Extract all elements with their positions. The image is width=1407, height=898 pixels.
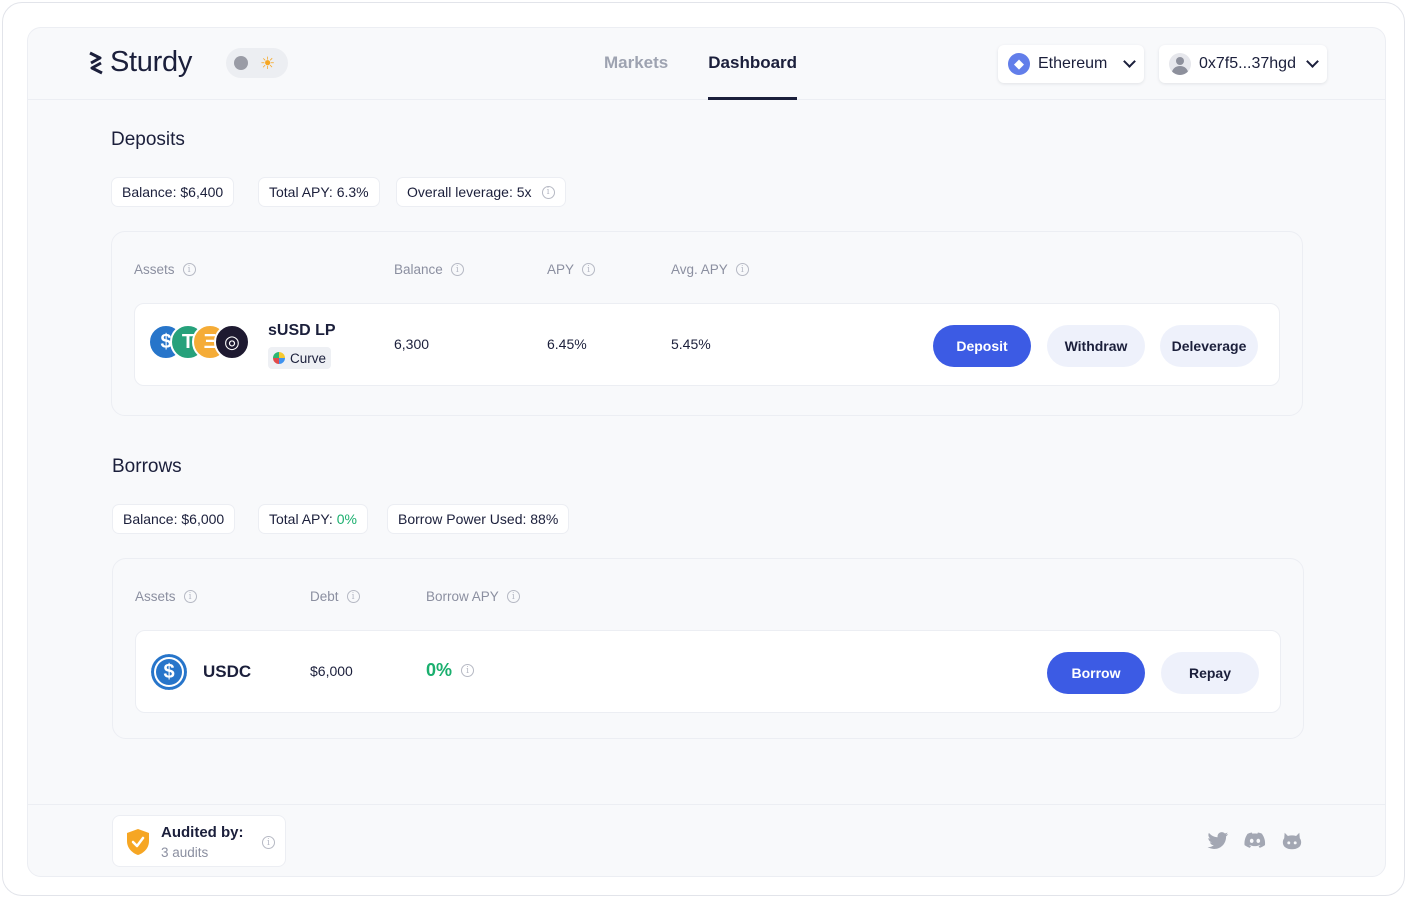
col-debt: Debt i [310, 589, 360, 604]
avg-apy-value: 5.45% [671, 336, 711, 352]
audit-count: 3 audits [161, 845, 209, 860]
network-selector[interactable]: ◆ Ethereum [998, 45, 1144, 83]
toggle-knob [234, 56, 248, 70]
info-icon[interactable]: i [541, 185, 555, 199]
col-avg-apy-label: Avg. APY [671, 262, 728, 277]
curve-icon [273, 352, 285, 364]
footer-divider [28, 804, 1385, 805]
ethereum-icon: ◆ [1008, 53, 1030, 75]
borrow-apy-cell: 0% i [426, 660, 475, 681]
deposits-balance-badge: Balance: $6,400 [111, 177, 235, 207]
table-row[interactable]: $ T Ξ ◎ sUSD LP Curve 6,300 6.45% 5.45% … [134, 303, 1280, 386]
top-bar: Sturdy ☀ Markets Dashboard ◆ Ethereum 0x… [28, 28, 1385, 100]
overall-leverage-badge: Overall leverage: 5x i [396, 177, 566, 207]
borrow-apy-value: 0% [426, 660, 453, 680]
info-icon[interactable]: i [262, 836, 275, 849]
col-assets-label: Assets [134, 262, 175, 277]
susd-token-icon: ◎ [214, 324, 250, 360]
col-avg-apy: Avg. APY i [671, 262, 749, 277]
info-icon[interactable]: i [506, 590, 520, 603]
deposit-button[interactable]: Deposit [933, 325, 1031, 367]
chevron-down-icon [1123, 55, 1136, 68]
deposits-table: Assets i Balance i APY i Avg. APY i $ T … [111, 231, 1303, 416]
apy-value: 6.45% [547, 336, 587, 352]
col-debt-label: Debt [310, 589, 339, 604]
asset-name: sUSD LP [268, 322, 336, 339]
deposits-total-apy-badge: Total APY: 6.3% [258, 177, 380, 207]
borrows-total-apy-label: Total APY: [269, 511, 337, 527]
borrow-power-badge: Borrow Power Used: 88% [387, 504, 570, 534]
account-address: 0x7f5...37hgd [1199, 55, 1296, 72]
platform-tag: Curve [268, 347, 332, 369]
col-assets: Assets i [135, 589, 197, 604]
info-icon[interactable]: i [182, 263, 196, 276]
github-icon[interactable] [1281, 831, 1303, 851]
debt-value: $6,000 [310, 663, 353, 679]
main-nav: Markets Dashboard [604, 28, 797, 100]
deposits-title: Deposits [111, 129, 185, 150]
shield-icon [127, 829, 149, 855]
network-label: Ethereum [1038, 55, 1108, 72]
repay-button[interactable]: Repay [1161, 652, 1259, 694]
deposits-balance-text: Balance: $6,400 [122, 184, 224, 200]
info-icon[interactable]: i [461, 664, 475, 677]
info-icon[interactable]: i [183, 590, 197, 603]
info-icon[interactable]: i [450, 263, 464, 276]
account-selector[interactable]: 0x7f5...37hgd [1159, 45, 1327, 83]
col-borrow-apy: Borrow APY i [426, 589, 520, 604]
window-frame: Sturdy ☀ Markets Dashboard ◆ Ethereum 0x… [2, 2, 1405, 896]
chevron-down-icon [1306, 55, 1319, 68]
borrows-balance-text: Balance: $6,000 [123, 511, 225, 527]
discord-icon[interactable] [1244, 831, 1266, 851]
audit-title: Audited by: [161, 824, 244, 841]
col-assets: Assets i [134, 262, 196, 277]
theme-toggle[interactable]: ☀ [226, 48, 288, 78]
twitter-icon[interactable] [1207, 831, 1229, 851]
platform-label: Curve [290, 350, 327, 366]
tab-dashboard[interactable]: Dashboard [708, 28, 797, 100]
borrows-table: Assets i Debt i Borrow APY i $ USDC $6,0… [112, 558, 1304, 739]
balance-value: 6,300 [394, 336, 430, 352]
info-icon[interactable]: i [346, 590, 360, 603]
borrows-total-apy-badge: Total APY: 0% [258, 504, 368, 534]
col-apy: APY i [547, 262, 596, 277]
borrow-power-text: Borrow Power Used: 88% [398, 511, 559, 527]
sun-icon: ☀ [260, 53, 276, 73]
col-borrow-apy-label: Borrow APY [426, 589, 499, 604]
deleverage-button[interactable]: Deleverage [1160, 325, 1258, 367]
info-icon[interactable]: i [582, 263, 596, 276]
borrow-button[interactable]: Borrow [1047, 652, 1145, 694]
tab-markets[interactable]: Markets [604, 28, 668, 100]
col-assets-label: Assets [135, 589, 176, 604]
col-balance: Balance i [394, 262, 464, 277]
info-icon[interactable]: i [735, 263, 749, 276]
col-balance-label: Balance [394, 262, 443, 277]
borrows-title: Borrows [112, 456, 182, 477]
asset-name: USDC [203, 662, 252, 681]
table-row[interactable]: $ USDC $6,000 0% i Borrow Repay [135, 630, 1281, 713]
deposits-total-apy-text: Total APY: 6.3% [269, 184, 369, 200]
borrows-total-apy-value: 0% [336, 511, 357, 527]
audit-badge[interactable]: Audited by: 3 audits i [112, 815, 286, 867]
avatar [1169, 53, 1191, 75]
app-container: Sturdy ☀ Markets Dashboard ◆ Ethereum 0x… [27, 27, 1386, 877]
brand-name: Sturdy [110, 46, 193, 78]
sturdy-logo-icon [89, 51, 103, 74]
overall-leverage-text: Overall leverage: 5x [407, 184, 532, 200]
borrows-balance-badge: Balance: $6,000 [112, 504, 236, 534]
sturdy-logo[interactable]: Sturdy [88, 46, 192, 79]
col-apy-label: APY [547, 262, 575, 277]
withdraw-button[interactable]: Withdraw [1047, 325, 1145, 367]
usdc-token-icon: $ [149, 652, 189, 692]
